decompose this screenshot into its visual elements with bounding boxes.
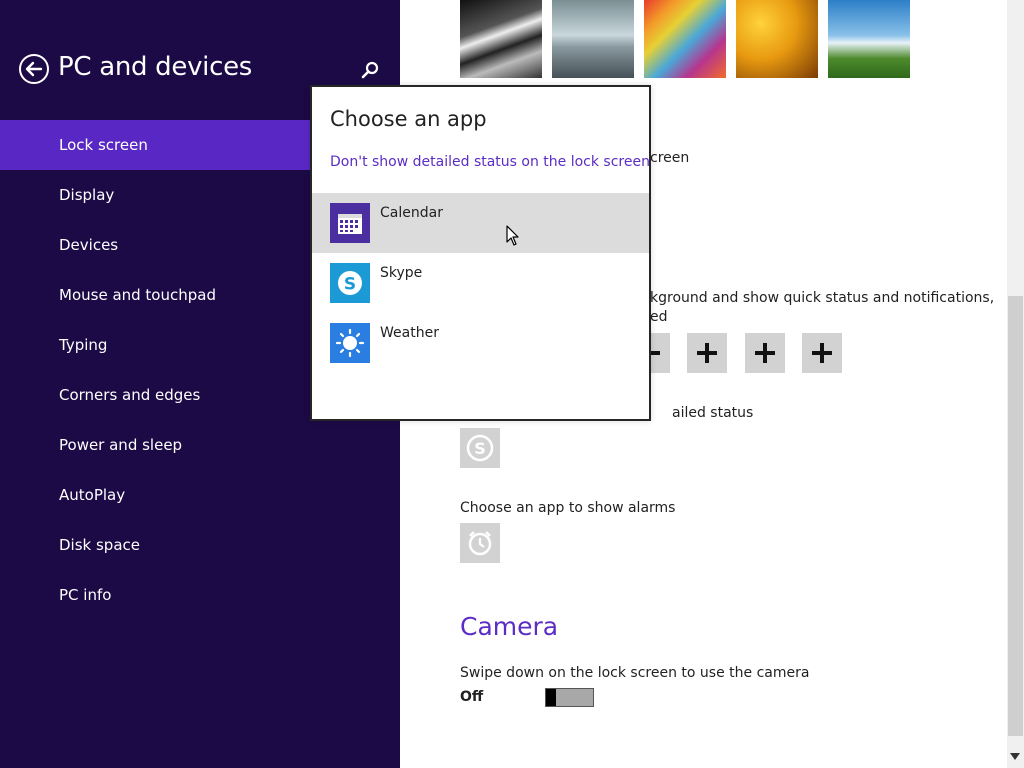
skype-icon: S (330, 263, 370, 303)
svg-text:S: S (344, 275, 356, 295)
camera-heading: Camera (460, 612, 559, 641)
nav-item-label: Power and sleep (59, 436, 183, 454)
nav-item-label: Devices (59, 236, 119, 254)
alarm-clock-icon (468, 531, 492, 556)
toggle-knob (546, 689, 556, 706)
app-option-label: Weather (380, 325, 439, 341)
page-title: PC and devices (58, 52, 253, 82)
scrollbar-thumb[interactable] (1008, 296, 1023, 736)
choose-app-popup: Choose an app Don't show detailed status… (310, 85, 651, 421)
back-arrow-icon (25, 61, 43, 77)
quick-status-slot-partial[interactable] (648, 333, 670, 373)
svg-text:S: S (474, 439, 486, 458)
detailed-status-label: ailed status (672, 405, 754, 421)
nav-item-label: PC info (59, 586, 112, 604)
app-option-label: Skype (380, 265, 423, 281)
skype-icon: S (466, 434, 494, 462)
search-button[interactable] (360, 60, 380, 80)
nav-item-power-and-sleep[interactable]: Power and sleep (0, 420, 400, 470)
nav-item-label: Display (59, 186, 115, 204)
nav-item-pc-info[interactable]: PC info (0, 570, 400, 620)
quick-status-description: kground and show quick status and notifi… (650, 290, 995, 306)
app-option-skype[interactable]: S Skype (312, 253, 649, 313)
nav-item-label: AutoPlay (59, 486, 126, 504)
add-quick-status-app-button[interactable] (745, 333, 785, 373)
nav-item-disk-space[interactable]: Disk space (0, 520, 400, 570)
weather-sun-icon (330, 323, 370, 363)
camera-description: Swipe down on the lock screen to use the… (460, 665, 810, 681)
nav-item-label: Corners and edges (59, 386, 201, 404)
nav-item-label: Mouse and touchpad (59, 286, 216, 304)
background-thumbnail[interactable] (552, 0, 634, 78)
nav-item-label: Disk space (59, 536, 140, 554)
quick-status-description-cont: ed (650, 309, 668, 325)
alarm-app-button[interactable] (460, 523, 500, 563)
calendar-icon (330, 203, 370, 243)
vertical-scrollbar[interactable] (1007, 0, 1024, 768)
back-button[interactable] (19, 54, 49, 84)
lock-screen-slideshow-text: creen (650, 150, 690, 166)
camera-toggle[interactable] (545, 688, 594, 707)
add-quick-status-app-button[interactable] (687, 333, 727, 373)
camera-toggle-state: Off (460, 689, 484, 705)
detailed-status-app-button[interactable]: S (460, 428, 500, 468)
app-option-calendar[interactable]: Calendar (312, 193, 649, 253)
nav-item-autoplay[interactable]: AutoPlay (0, 470, 400, 520)
app-option-weather[interactable]: Weather (312, 313, 649, 373)
background-thumbnail[interactable] (736, 0, 818, 78)
nav-item-label: Typing (59, 336, 108, 354)
search-icon (361, 61, 379, 79)
nav-item-label: Lock screen (59, 136, 148, 154)
popup-title: Choose an app (330, 107, 487, 131)
add-quick-status-app-button[interactable] (802, 333, 842, 373)
background-thumbnail[interactable] (644, 0, 726, 78)
scroll-down-arrow-icon[interactable] (1010, 753, 1020, 760)
app-option-label: Calendar (380, 205, 443, 221)
dont-show-detailed-status-link[interactable]: Don't show detailed status on the lock s… (330, 154, 650, 170)
background-thumbnail[interactable] (460, 0, 542, 78)
mouse-cursor-icon (506, 225, 519, 246)
alarms-label: Choose an app to show alarms (460, 500, 676, 516)
background-thumbnail[interactable] (828, 0, 910, 78)
